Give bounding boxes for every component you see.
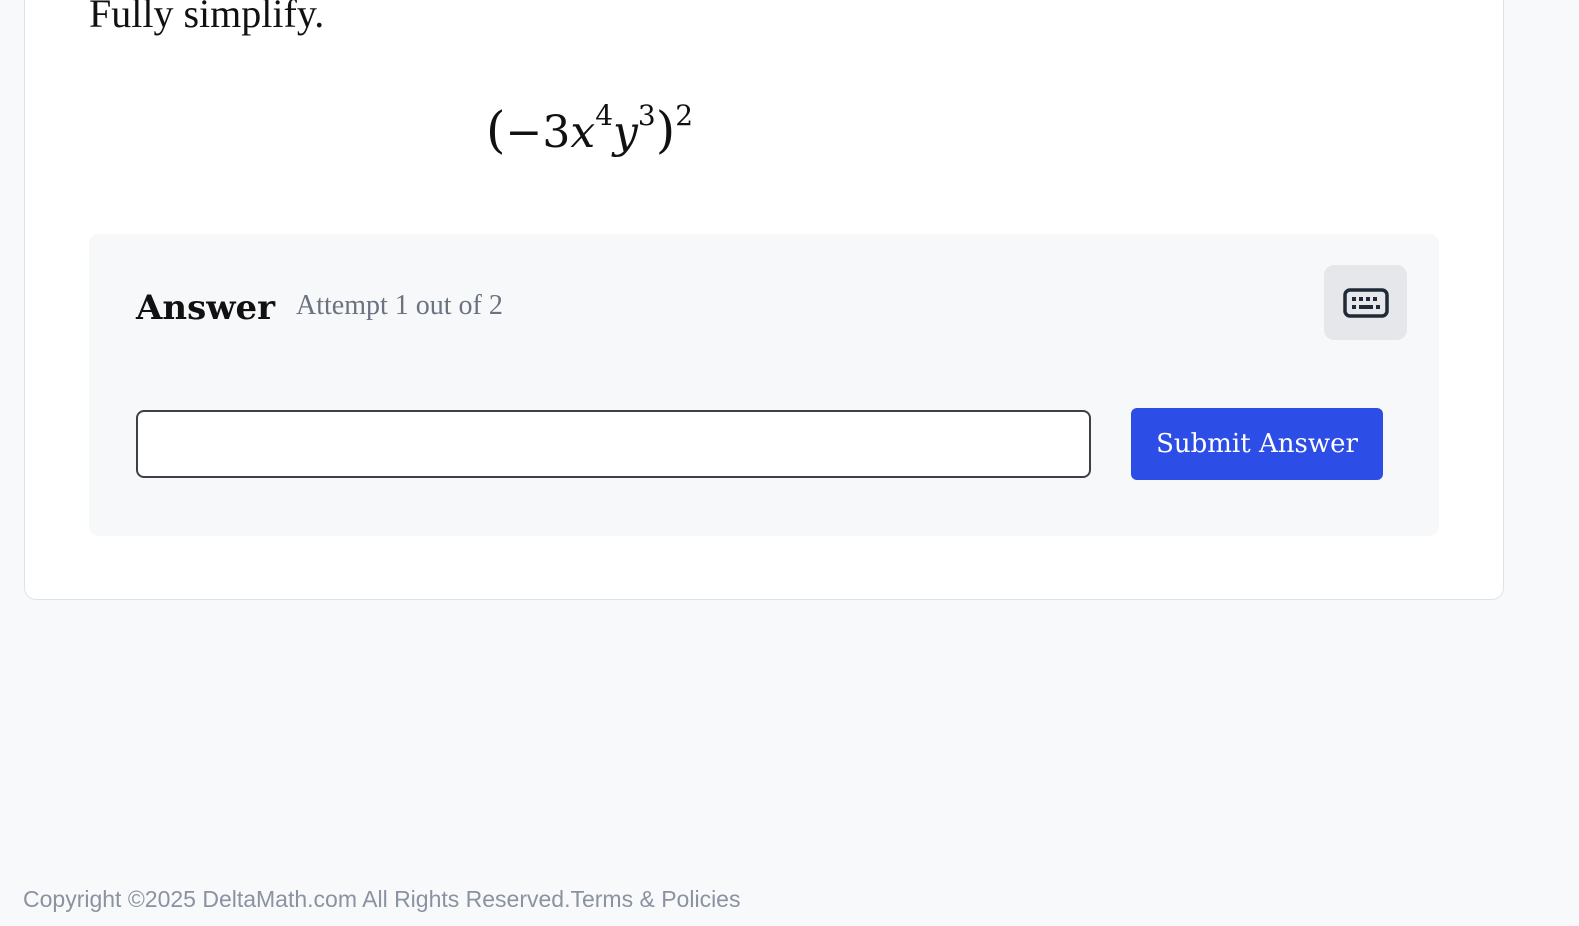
keyboard-toggle-button[interactable]	[1324, 265, 1407, 340]
variable-y: y	[613, 107, 638, 158]
outer-exponent: 2	[675, 99, 694, 132]
terms-policies-link[interactable]: Terms & Policies	[570, 886, 740, 912]
minus-sign: −	[505, 107, 543, 158]
math-expression: (−3x4y3)2	[486, 100, 693, 163]
open-paren: (	[486, 101, 506, 159]
variable-x: x	[570, 107, 596, 158]
answer-heading: Answer	[136, 288, 276, 328]
copyright-text: Copyright ©2025 DeltaMath.com All Rights…	[23, 886, 571, 912]
attempt-counter: Attempt 1 out of 2	[296, 290, 503, 321]
footer: Copyright ©2025 DeltaMath.com All Rights…	[23, 886, 740, 913]
submit-answer-button[interactable]: Submit Answer	[1131, 408, 1383, 480]
close-paren: )	[655, 101, 676, 159]
exponent-y: 3	[637, 99, 656, 132]
exponent-x: 4	[595, 99, 614, 132]
answer-input[interactable]	[136, 410, 1091, 478]
question-prompt: Fully simplify.	[89, 0, 325, 36]
answer-panel: Answer Attempt 1 out of 2 Submit Answer	[89, 234, 1439, 536]
keyboard-icon	[1342, 287, 1389, 318]
coefficient: 3	[542, 107, 571, 158]
